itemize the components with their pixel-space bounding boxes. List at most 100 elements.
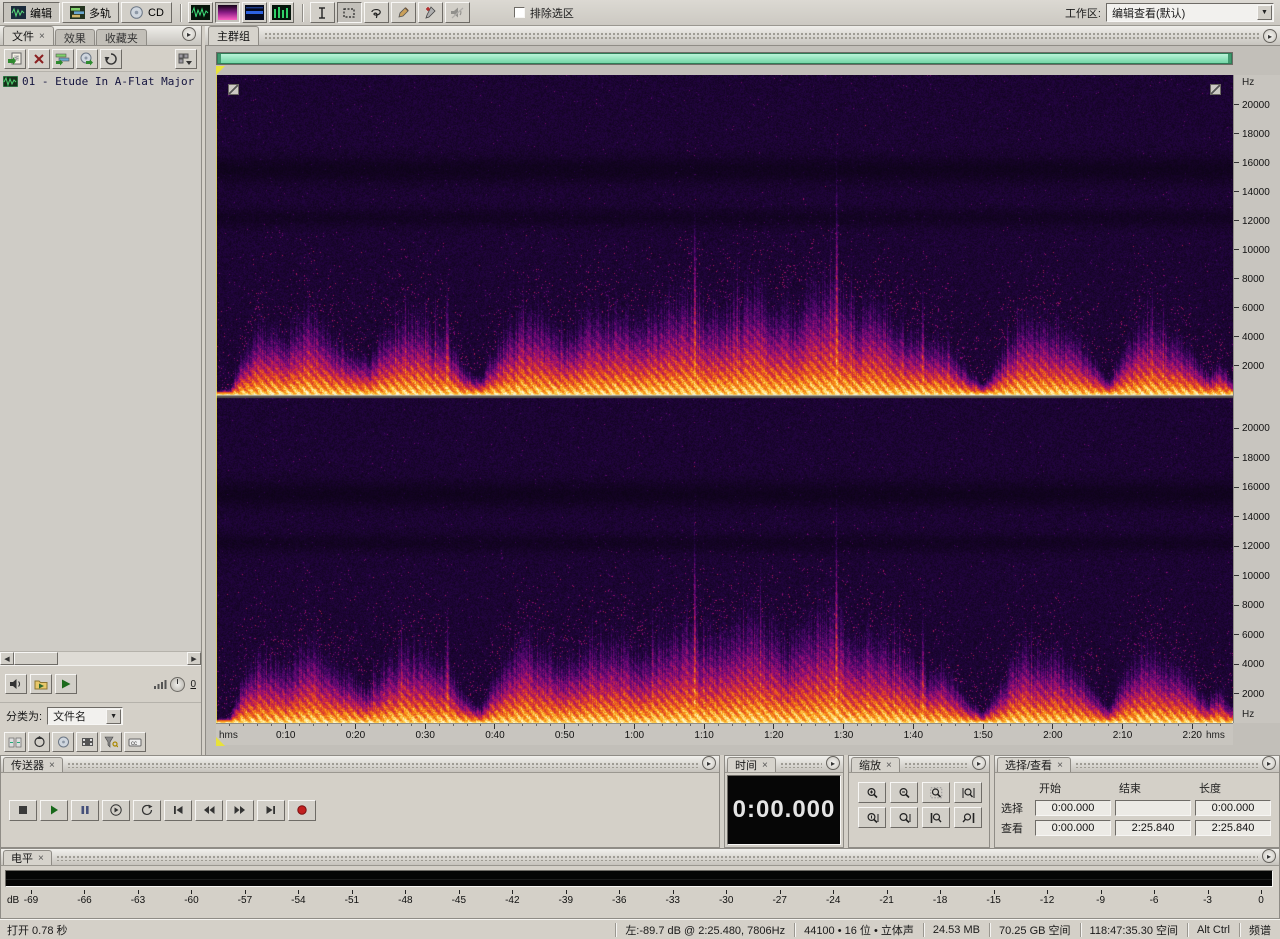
marquee-selection-tool-button[interactable] xyxy=(336,2,362,23)
waveform-display-button[interactable] xyxy=(187,2,213,23)
scroll-left-button[interactable]: ◀ xyxy=(0,652,14,665)
panel-drag-grip[interactable] xyxy=(66,762,698,768)
panel-drag-grip[interactable] xyxy=(903,762,968,768)
navigator-range[interactable] xyxy=(217,53,1232,64)
levels-panel-tab[interactable]: 电平 × xyxy=(3,850,52,865)
zoom-panel-tab[interactable]: 缩放 × xyxy=(851,757,900,772)
pause-button[interactable] xyxy=(71,799,99,821)
volume-value[interactable]: 0 xyxy=(190,679,196,690)
panel-drag-grip[interactable] xyxy=(264,32,1259,41)
preview-output-button[interactable] xyxy=(5,674,27,694)
view-length-field[interactable]: 2:25.840 xyxy=(1195,820,1271,836)
spectrogram-display[interactable] xyxy=(216,75,1233,723)
close-icon[interactable]: × xyxy=(1057,760,1063,771)
view-start-field[interactable]: 0:00.000 xyxy=(1035,820,1111,836)
panel-menu-button[interactable]: ▸ xyxy=(972,756,986,770)
level-meter[interactable] xyxy=(5,870,1273,887)
frequency-ruler[interactable]: 20000 18000 16000 14000 12000 10000 8000 6000 40… xyxy=(1233,75,1280,723)
zoom-to-selection-button[interactable] xyxy=(954,782,982,803)
workspace-select[interactable]: 编辑查看(默认) ▼ xyxy=(1106,3,1274,22)
show-markers-button[interactable]: cc xyxy=(124,732,146,752)
tab-files[interactable]: 文件 × xyxy=(3,26,54,45)
zoom-in-vertical-button[interactable] xyxy=(858,807,886,828)
import-file-button[interactable] xyxy=(4,48,26,69)
volume-knob[interactable] xyxy=(170,676,186,692)
zoom-out-full-button[interactable] xyxy=(922,782,950,803)
close-icon[interactable]: × xyxy=(886,760,892,771)
filter-files-button[interactable] xyxy=(100,732,122,752)
loop-play-button[interactable] xyxy=(133,799,161,821)
play-button[interactable] xyxy=(40,799,68,821)
tab-effects[interactable]: 效果 xyxy=(54,29,95,45)
close-icon[interactable]: × xyxy=(49,760,55,771)
timeline-ruler[interactable]: 0:10 0:20 0:30 0:40 0:50 1:00 1:10 1:20 1:30 1:40… xyxy=(216,723,1233,745)
tab-main-group[interactable]: 主群组 xyxy=(208,26,259,45)
spectral-phase-display-button[interactable] xyxy=(268,2,294,23)
time-panel-tab[interactable]: 时间 × xyxy=(727,757,776,772)
scroll-right-button[interactable]: ▶ xyxy=(187,652,201,665)
file-item[interactable]: 01 - Etude In A-Flat Major xyxy=(0,74,201,89)
zoom-selection-right-button[interactable] xyxy=(954,807,982,828)
panel-drag-grip[interactable] xyxy=(1074,762,1258,768)
selection-start-field[interactable]: 0:00.000 xyxy=(1035,800,1111,816)
transport-panel-tab[interactable]: 传送器 × xyxy=(3,757,63,772)
loop-properties-button[interactable] xyxy=(100,48,122,69)
stop-button[interactable] xyxy=(9,799,37,821)
close-icon[interactable]: × xyxy=(38,853,44,864)
spot-healing-brush-tool-button[interactable] xyxy=(417,2,443,23)
channel-grabber-right-icon[interactable] xyxy=(1210,84,1221,95)
show-audio-files-button[interactable] xyxy=(4,732,26,752)
auto-play-button[interactable] xyxy=(30,674,52,694)
scrollbar-track[interactable] xyxy=(14,652,187,665)
spectral-display-button[interactable] xyxy=(214,2,240,23)
exclude-selection-checkbox[interactable]: 排除选区 xyxy=(513,5,574,21)
close-icon[interactable]: × xyxy=(39,31,45,42)
scrollbar-thumb[interactable] xyxy=(14,652,58,665)
play-from-cursor-button[interactable] xyxy=(102,799,130,821)
insert-into-cd-button[interactable] xyxy=(76,48,98,69)
fast-forward-button[interactable] xyxy=(226,799,254,821)
file-list[interactable]: 01 - Etude In A-Flat Major xyxy=(0,72,201,651)
edit-view-button[interactable]: 编辑 xyxy=(3,2,60,23)
zoom-navigator[interactable] xyxy=(216,52,1233,65)
lasso-selection-tool-button[interactable] xyxy=(363,2,389,23)
chevron-down-icon[interactable]: ▼ xyxy=(1257,5,1272,20)
effects-paintbrush-tool-button[interactable] xyxy=(390,2,416,23)
selection-handle-top[interactable] xyxy=(216,66,225,75)
spectrogram-canvas[interactable] xyxy=(216,75,1233,723)
show-loop-files-button[interactable] xyxy=(28,732,50,752)
show-video-files-button[interactable] xyxy=(76,732,98,752)
spectral-pan-display-button[interactable] xyxy=(241,2,267,23)
preview-play-button[interactable] xyxy=(55,674,77,694)
zoom-out-horizontal-button[interactable] xyxy=(890,782,918,803)
close-file-button[interactable] xyxy=(28,48,50,69)
panel-menu-button[interactable]: ▸ xyxy=(182,27,196,41)
close-icon[interactable]: × xyxy=(762,760,768,771)
zoom-out-vertical-button[interactable] xyxy=(890,807,918,828)
panel-menu-button[interactable]: ▸ xyxy=(1262,756,1276,770)
cd-view-button[interactable]: CD xyxy=(121,2,172,23)
panel-drag-grip[interactable] xyxy=(55,855,1258,861)
panel-menu-button[interactable]: ▸ xyxy=(826,756,840,770)
panel-drag-grip[interactable] xyxy=(779,762,822,768)
rewind-button[interactable] xyxy=(195,799,223,821)
zoom-selection-left-button[interactable] xyxy=(922,807,950,828)
multitrack-view-button[interactable]: 多轨 xyxy=(62,2,119,23)
files-options-button[interactable] xyxy=(175,48,197,69)
show-cd-files-button[interactable] xyxy=(52,732,74,752)
selection-view-panel-tab[interactable]: 选择/查看 × xyxy=(997,757,1071,772)
sort-select[interactable]: 文件名 ▼ xyxy=(47,707,124,725)
selection-handle-bottom[interactable] xyxy=(216,737,225,746)
channel-grabber-left-icon[interactable] xyxy=(228,84,239,95)
file-list-scrollbar[interactable]: ◀ ▶ xyxy=(0,651,201,665)
zoom-in-horizontal-button[interactable] xyxy=(858,782,886,803)
record-button[interactable] xyxy=(288,799,316,821)
panel-menu-button[interactable]: ▸ xyxy=(1262,849,1276,863)
go-to-start-button[interactable] xyxy=(164,799,192,821)
time-display[interactable]: 0:00.000 xyxy=(727,775,841,845)
go-to-end-button[interactable] xyxy=(257,799,285,821)
panel-menu-button[interactable]: ▸ xyxy=(1263,29,1277,43)
panel-menu-button[interactable]: ▸ xyxy=(702,756,716,770)
selection-end-field[interactable] xyxy=(1115,800,1191,816)
selection-length-field[interactable]: 0:00.000 xyxy=(1195,800,1271,816)
